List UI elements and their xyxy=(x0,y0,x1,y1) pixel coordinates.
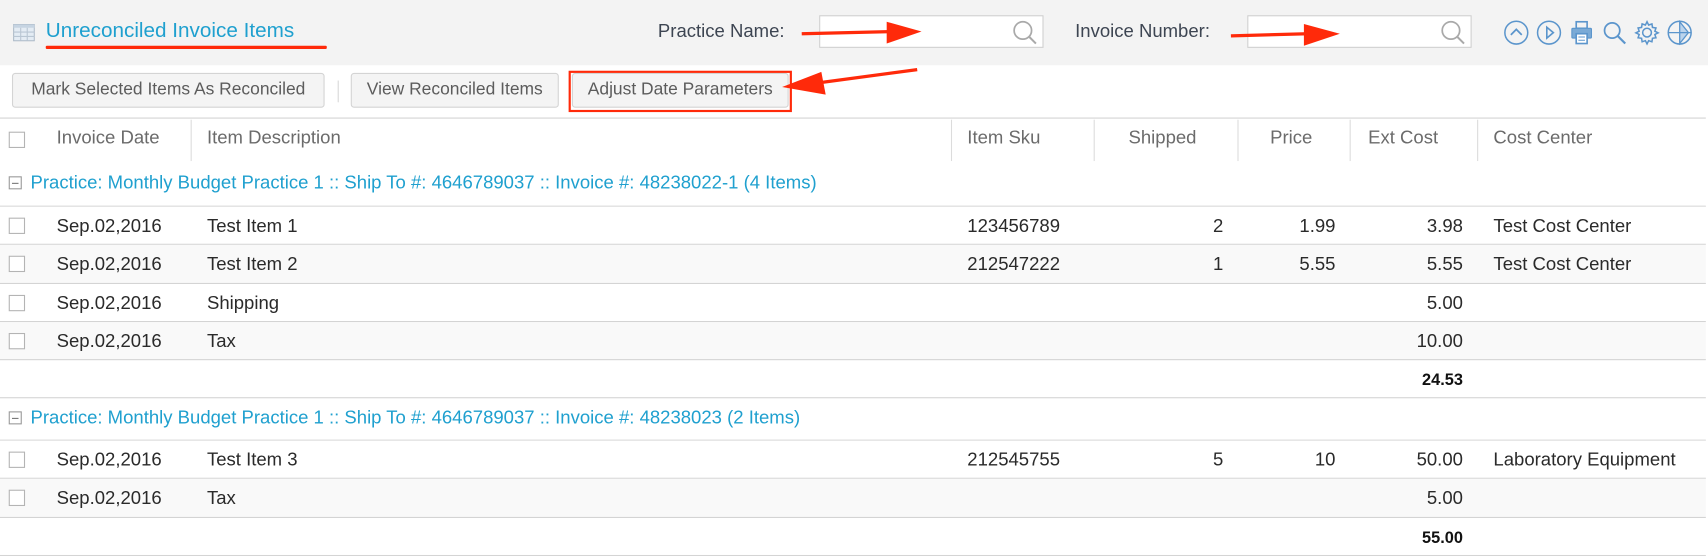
column-divider xyxy=(190,119,192,162)
cell-price: 10 xyxy=(1314,449,1336,471)
group-header-row[interactable]: Practice: Monthly Budget Practice 1 :: S… xyxy=(8,406,801,429)
row-divider xyxy=(0,359,1706,361)
cell-ext-cost: 50.00 xyxy=(1416,449,1463,471)
cell-date: Sep.02,2016 xyxy=(56,253,162,275)
group-total: 24.53 xyxy=(1422,371,1463,390)
cell-ext-cost: 10.00 xyxy=(1416,330,1463,352)
row-checkbox[interactable] xyxy=(8,294,26,311)
cell-description: Test Item 1 xyxy=(206,215,298,237)
cell-price: 5.55 xyxy=(1299,253,1336,275)
cell-shipped: 1 xyxy=(1212,253,1224,275)
column-header-item-description[interactable]: Item Description xyxy=(207,127,341,149)
column-header-invoice-date[interactable]: Invoice Date xyxy=(57,127,160,149)
cell-description: Test Item 3 xyxy=(206,449,298,471)
cell-ext-cost: 5.55 xyxy=(1426,253,1463,275)
cell-date: Sep.02,2016 xyxy=(56,292,162,313)
unreconciled-invoices-page: Unreconciled Invoice Items Practice Name… xyxy=(0,0,1708,556)
column-header-ext-cost[interactable]: Ext Cost xyxy=(1368,127,1438,149)
cell-cost-center: Test Cost Center xyxy=(1493,215,1632,237)
collapse-icon[interactable] xyxy=(8,411,22,425)
group-header-row[interactable]: Practice: Monthly Budget Practice 1 :: S… xyxy=(8,171,817,194)
cell-description: Shipping xyxy=(206,292,280,313)
group-total: 55.00 xyxy=(1422,528,1463,547)
group-label: Practice: Monthly Budget Practice 1 :: S… xyxy=(30,171,817,193)
column-divider xyxy=(1237,119,1239,162)
row-divider xyxy=(0,397,1706,399)
row-divider xyxy=(0,516,1706,518)
cell-sku: 212547222 xyxy=(967,253,1060,275)
cell-sku: 123456789 xyxy=(967,215,1060,237)
cell-date: Sep.02,2016 xyxy=(56,330,162,352)
column-divider xyxy=(1477,119,1479,162)
arrow-to-invoice-number xyxy=(1230,23,1340,46)
cell-date: Sep.02,2016 xyxy=(56,449,162,471)
cell-price: 1.99 xyxy=(1299,215,1336,237)
group-label: Practice: Monthly Budget Practice 1 :: S… xyxy=(30,406,801,428)
collapse-icon[interactable] xyxy=(8,176,22,190)
cell-description: Test Item 2 xyxy=(206,253,298,275)
row-checkbox[interactable] xyxy=(8,490,26,507)
cell-ext-cost: 5.00 xyxy=(1426,487,1463,509)
column-header-shipped[interactable]: Shipped xyxy=(1129,127,1197,149)
cell-description: Tax xyxy=(206,487,236,509)
cell-ext-cost: 3.98 xyxy=(1426,215,1463,237)
select-all-checkbox[interactable] xyxy=(8,131,26,148)
cell-ext-cost: 5.00 xyxy=(1426,292,1463,313)
cell-cost-center: Laboratory Equipment xyxy=(1493,449,1676,471)
cell-date: Sep.02,2016 xyxy=(56,487,162,509)
annotation-arrows xyxy=(782,21,1340,95)
cell-description: Tax xyxy=(206,330,236,352)
column-divider xyxy=(950,119,953,162)
row-checkbox[interactable] xyxy=(8,256,26,273)
cell-sku: 212545755 xyxy=(967,449,1060,471)
cell-shipped: 5 xyxy=(1212,449,1224,471)
row-checkbox[interactable] xyxy=(8,451,26,468)
table-top-border xyxy=(0,117,1706,119)
row-checkbox[interactable] xyxy=(8,332,26,350)
column-divider xyxy=(1093,119,1095,162)
cell-cost-center: Test Cost Center xyxy=(1493,253,1632,275)
arrow-to-practice-name xyxy=(801,21,922,44)
column-header-cost-center[interactable]: Cost Center xyxy=(1493,127,1592,149)
cell-date: Sep.02,2016 xyxy=(56,215,162,237)
arrow-to-adjust-dates xyxy=(782,68,918,95)
row-checkbox[interactable] xyxy=(8,217,26,234)
column-header-item-sku[interactable]: Item Sku xyxy=(967,127,1040,149)
column-divider xyxy=(1349,119,1351,162)
column-header-price[interactable]: Price xyxy=(1270,127,1312,149)
cell-shipped: 2 xyxy=(1212,215,1224,237)
